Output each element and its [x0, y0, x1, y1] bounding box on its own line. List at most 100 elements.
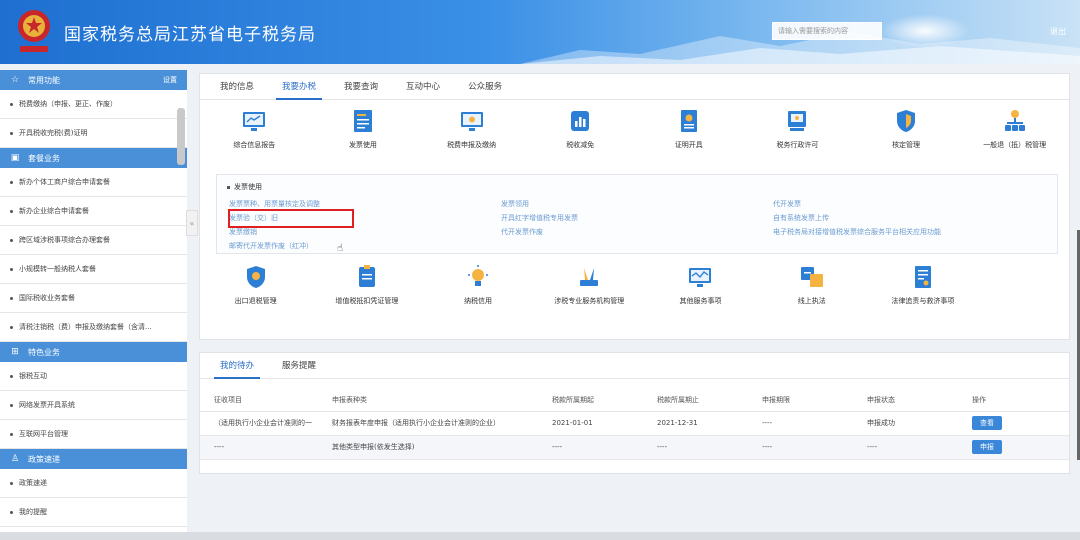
- bullet-icon: [10, 510, 13, 514]
- sidebar-section-package[interactable]: ▣ 套餐业务: [0, 148, 187, 168]
- service-label: 纳税信用: [464, 297, 493, 305]
- submenu-link[interactable]: 邮寄代开发票作废（红冲）: [229, 241, 313, 251]
- sidebar-item[interactable]: 政策速递: [0, 469, 187, 498]
- sidebar-item[interactable]: 小规模转一般纳税人套餐: [0, 255, 187, 284]
- sidebar-item[interactable]: 跨区域涉税事项综合办理套餐: [0, 226, 187, 255]
- service-info-report[interactable]: 综合信息报告: [200, 108, 309, 150]
- bullet-icon: [10, 238, 13, 242]
- sidebar-section-common[interactable]: ☆ 常用功能 设置: [0, 70, 187, 90]
- table-cell: ----: [643, 435, 748, 460]
- declare-button[interactable]: 申报: [972, 440, 1002, 454]
- bottom-scrollbar[interactable]: [0, 532, 1080, 540]
- service-label: 涉税专业服务机构管理: [554, 297, 625, 305]
- service-agency-manage[interactable]: 涉税专业服务机构管理: [534, 264, 645, 306]
- site-title: 国家税务总局江苏省电子税务局: [64, 25, 316, 45]
- sidebar-item[interactable]: 国际税收业务套餐: [0, 284, 187, 313]
- sidebar: ☆ 常用功能 设置 税费缴纳（申报、更正、作废） 开具税收完税(费)证明 ▣ 套…: [0, 70, 187, 540]
- service-tax-declare[interactable]: 税费申报及缴纳: [417, 108, 526, 150]
- service-label: 综合信息报告: [233, 141, 276, 149]
- bullet-icon: [10, 374, 13, 378]
- logout-link[interactable]: 退出: [1050, 26, 1066, 37]
- submenu-link[interactable]: 发票缴销: [229, 227, 257, 237]
- shield-icon: [897, 110, 916, 132]
- sidebar-section-featured[interactable]: ⊞ 特色业务: [0, 342, 187, 362]
- table-header-row: 征收项目 申报表种类 税款所属期起 税款所属期止 申报期限 申报状态 操作: [200, 389, 1069, 412]
- sidebar-item[interactable]: 新办企业综合申请套餐: [0, 197, 187, 226]
- service-online-enforce[interactable]: 线上执法: [756, 264, 867, 306]
- sidebar-section-policy[interactable]: ♙ 政策速递: [0, 449, 187, 469]
- sidebar-item-label: 网络发票开具系统: [19, 401, 75, 409]
- table-cell: 2021-01-01: [538, 411, 643, 436]
- bullet-icon: [10, 102, 13, 106]
- sidebar-item-label: 新办个体工商户综合申请套餐: [19, 178, 110, 186]
- sidebar-item[interactable]: 我的提醒: [0, 498, 187, 527]
- sidebar-scrollbar[interactable]: [177, 108, 185, 165]
- service-label: 线上执法: [797, 297, 826, 305]
- submenu-link[interactable]: 自有系统发票上传: [773, 213, 829, 223]
- submenu-title: 发票使用: [227, 182, 262, 192]
- submenu-link[interactable]: 开具红字增值税专用发票: [501, 213, 578, 223]
- tools-icon: [580, 268, 599, 286]
- tab-my-info[interactable]: 我的信息: [206, 74, 268, 99]
- service-label: 发票使用: [348, 141, 377, 149]
- submenu-link[interactable]: 代开发票作废: [501, 227, 543, 237]
- bar-chart-icon: [571, 111, 590, 131]
- submenu-link[interactable]: 代开发票: [773, 199, 801, 209]
- bullet-icon: [10, 296, 13, 300]
- service-vat-deduction[interactable]: 增值税抵扣凭证管理: [311, 264, 422, 306]
- search-input[interactable]: 请输入需要搜索的内容: [772, 22, 882, 40]
- service-assessment[interactable]: 核定管理: [852, 108, 961, 150]
- search-glow: [880, 14, 970, 48]
- service-label: 增值税抵扣凭证管理: [335, 297, 399, 305]
- tab-handle-tax[interactable]: 我要办税: [268, 74, 330, 100]
- view-button[interactable]: 查看: [972, 416, 1002, 430]
- tab-query[interactable]: 我要查询: [330, 74, 392, 99]
- service-tax-relief[interactable]: 税收减免: [526, 108, 635, 150]
- service-label: 证明开具: [674, 141, 703, 149]
- tab-interaction[interactable]: 互动中心: [392, 74, 454, 99]
- service-label: 出口退税管理: [234, 297, 277, 305]
- sidebar-item[interactable]: 银税互动: [0, 362, 187, 391]
- column-header: 申报状态: [853, 389, 958, 412]
- service-label: 核定管理: [892, 141, 921, 149]
- column-header: 申报表种类: [318, 389, 538, 412]
- column-header: 征收项目: [200, 389, 318, 412]
- collapse-sidebar-button[interactable]: «: [186, 210, 198, 236]
- sidebar-item-label: 国际税收业务套餐: [19, 294, 75, 302]
- service-certificate[interactable]: 证明开具: [635, 108, 744, 150]
- bullet-icon: [10, 209, 13, 213]
- license-icon: [788, 111, 807, 131]
- service-invoice-use[interactable]: 发票使用: [309, 108, 418, 150]
- service-label: 法律追责与救济事项: [891, 297, 955, 305]
- submenu-link[interactable]: 发票领用: [501, 199, 529, 209]
- sidebar-item-label: 小规模转一般纳税人套餐: [19, 265, 96, 273]
- service-legal-remedy[interactable]: 法律追责与救济事项: [867, 264, 978, 306]
- highlight-box: [228, 209, 354, 228]
- sidebar-item[interactable]: 清税注销税（费）申报及缴纳套餐（含清...: [0, 313, 187, 342]
- tab-my-todo[interactable]: 我的待办: [206, 353, 268, 379]
- sidebar-item[interactable]: 网络发票开具系统: [0, 391, 187, 420]
- table-cell: ----: [748, 435, 853, 460]
- service-admin-license[interactable]: 税务行政许可: [743, 108, 852, 150]
- bullet-icon: [10, 403, 13, 407]
- settings-link[interactable]: 设置: [163, 75, 177, 85]
- service-tax-credit[interactable]: 纳税信用: [422, 264, 533, 306]
- tab-public-service[interactable]: 公众服务: [454, 74, 516, 99]
- section-title: 常用功能: [28, 75, 60, 85]
- service-export-refund[interactable]: 出口退税管理: [200, 264, 311, 306]
- sidebar-item[interactable]: 新办个体工商户综合申请套餐: [0, 168, 187, 197]
- sidebar-item[interactable]: 开具税收完税(费)证明: [0, 119, 187, 148]
- sidebar-item-label: 跨区域涉税事项综合办理套餐: [19, 236, 110, 244]
- grid-icon: ⊞: [11, 347, 19, 357]
- service-other-matters[interactable]: 其他服务事项: [645, 264, 756, 306]
- table-cell: ----: [538, 435, 643, 460]
- service-tax-refund[interactable]: 一般退（抵）税管理: [960, 108, 1069, 150]
- tab-service-reminder[interactable]: 服务提醒: [268, 353, 330, 378]
- table-row: ---- 其他类型申报(依发生选择) ---- ---- ---- ---- 申…: [200, 435, 1069, 460]
- submenu-link[interactable]: 电子税务局对接增值税发票综合服务平台相关应用功能: [773, 227, 941, 237]
- submenu-link[interactable]: 发票票种、用票量核定及调整: [229, 199, 320, 209]
- invoice-submenu: 发票使用 发票票种、用票量核定及调整 发票验（交）旧 发票缴销 邮寄代开发票作废…: [216, 174, 1058, 254]
- sidebar-item[interactable]: 互联网平台管理: [0, 420, 187, 449]
- org-chart-icon: [1004, 110, 1025, 131]
- sidebar-item[interactable]: 税费缴纳（申报、更正、作废）: [0, 90, 187, 119]
